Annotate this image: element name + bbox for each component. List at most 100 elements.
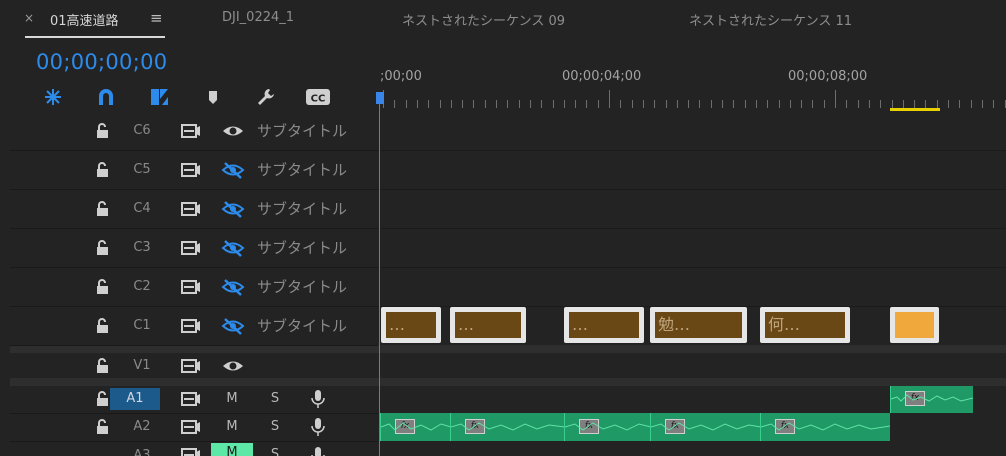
- track-name[interactable]: A2: [123, 416, 161, 438]
- tab-menu-button[interactable]: ≡: [150, 9, 163, 27]
- eye-icon[interactable]: [220, 121, 246, 141]
- caption-clip[interactable]: …: [450, 307, 526, 343]
- playhead-timecode[interactable]: 00;00;00;00: [36, 50, 167, 74]
- track-type-label: サブタイトル: [257, 317, 348, 335]
- ruler-tick: [823, 100, 825, 108]
- eye-hidden-icon[interactable]: [220, 277, 246, 297]
- mute-button[interactable]: M: [220, 389, 244, 409]
- caption-clip-text: [895, 312, 934, 338]
- unlock-icon[interactable]: [93, 356, 113, 376]
- ruler-tick: [733, 100, 735, 108]
- work-area-bar[interactable]: [890, 108, 940, 111]
- unlock-icon[interactable]: [93, 121, 113, 141]
- ruler-tick: [710, 100, 712, 108]
- sync-lock-icon[interactable]: [180, 199, 202, 219]
- ruler-tick: [755, 100, 757, 108]
- ruler-tick: [631, 100, 633, 108]
- track-name[interactable]: A3: [123, 445, 161, 456]
- timeline-row-c3: [380, 229, 1006, 268]
- track-name[interactable]: C5: [123, 159, 161, 181]
- snap-in-sequence-icon[interactable]: [40, 84, 66, 110]
- mute-button[interactable]: M: [220, 417, 244, 437]
- track-header-c5: C5 サブタイトル: [10, 151, 378, 190]
- track-header-c4: C4 サブタイトル: [10, 190, 378, 229]
- audio-clip[interactable]: fx: [450, 413, 565, 441]
- eye-hidden-icon[interactable]: [220, 238, 246, 258]
- sync-lock-icon[interactable]: [180, 356, 202, 376]
- sync-lock-icon[interactable]: [180, 238, 202, 258]
- magnet-linked-icon[interactable]: [93, 84, 119, 110]
- microphone-icon[interactable]: [308, 416, 328, 438]
- ruler-tick: [835, 90, 836, 108]
- track-name[interactable]: C4: [123, 198, 161, 220]
- tab-sequence-01[interactable]: 01高速道路: [50, 10, 119, 29]
- time-ruler[interactable]: ;00;00 00;00;04;00 00;00;08;00: [380, 60, 1006, 112]
- close-tab-button[interactable]: ×: [24, 11, 34, 25]
- sync-lock-icon[interactable]: [180, 277, 202, 297]
- ruler-tick: [518, 100, 520, 108]
- mute-button-active[interactable]: M: [211, 443, 253, 456]
- unlock-icon[interactable]: [93, 417, 113, 437]
- caption-clip[interactable]: 勉…: [650, 307, 747, 343]
- microphone-icon[interactable]: [308, 445, 328, 456]
- track-header-a1: A1 M S: [10, 386, 378, 414]
- playhead-line[interactable]: [379, 92, 380, 456]
- eye-hidden-icon[interactable]: [220, 160, 246, 180]
- unlock-icon[interactable]: [93, 316, 113, 336]
- track-target-a1[interactable]: A1: [110, 388, 160, 410]
- microphone-icon[interactable]: [308, 388, 328, 410]
- track-name[interactable]: C3: [123, 237, 161, 259]
- captions-icon[interactable]: CC: [305, 84, 331, 110]
- unlock-icon[interactable]: [93, 160, 113, 180]
- sync-lock-icon[interactable]: [180, 445, 202, 456]
- unlock-icon[interactable]: [93, 238, 113, 258]
- ruler-tick: [462, 100, 464, 108]
- audio-clip[interactable]: fx: [380, 413, 451, 441]
- playhead-handle[interactable]: [376, 92, 384, 104]
- sync-lock-icon[interactable]: [180, 160, 202, 180]
- audio-clip[interactable]: fx: [890, 385, 973, 413]
- track-type-label: サブタイトル: [257, 122, 348, 140]
- audio-clip[interactable]: fx: [564, 413, 651, 441]
- ruler-tick: [778, 100, 780, 108]
- caption-clip[interactable]: 何…: [760, 307, 850, 343]
- ruler-tick: [484, 100, 486, 108]
- ruler-tick: [993, 100, 995, 108]
- eye-hidden-icon[interactable]: [220, 316, 246, 336]
- solo-button[interactable]: S: [263, 389, 287, 409]
- eye-icon[interactable]: [220, 356, 246, 376]
- track-name[interactable]: C2: [123, 276, 161, 298]
- ruler-tick: [439, 100, 441, 108]
- timeline-tracks[interactable]: … … … 勉… 何… fx fx fx fx fx fx: [380, 112, 1006, 456]
- audio-waveform: [451, 422, 565, 431]
- tab-nested-sequence-09[interactable]: ネストされたシーケンス 09: [402, 10, 565, 29]
- audio-clip[interactable]: fx: [650, 413, 761, 441]
- audio-clip[interactable]: fx: [760, 413, 890, 441]
- caption-clip[interactable]: …: [564, 307, 644, 343]
- unlock-icon[interactable]: [93, 277, 113, 297]
- caption-clip-text: 何…: [765, 312, 845, 338]
- eye-hidden-icon[interactable]: [220, 199, 246, 219]
- sync-lock-icon[interactable]: [180, 389, 202, 409]
- track-header-c2: C2 サブタイトル: [10, 268, 378, 307]
- sync-lock-icon[interactable]: [180, 121, 202, 141]
- insert-nest-icon[interactable]: [146, 84, 172, 110]
- solo-button[interactable]: S: [263, 417, 287, 437]
- wrench-icon[interactable]: [253, 84, 279, 110]
- audio-waveform: [651, 422, 761, 431]
- track-header-a2: A2 M S: [10, 414, 378, 442]
- track-name[interactable]: C6: [123, 120, 161, 142]
- tab-dji-0224-1[interactable]: DJI_0224_1: [222, 10, 294, 25]
- ruler-tick: [642, 100, 644, 108]
- sync-lock-icon[interactable]: [180, 417, 202, 437]
- solo-button[interactable]: S: [263, 445, 287, 456]
- tab-nested-sequence-11[interactable]: ネストされたシーケンス 11: [689, 10, 852, 29]
- caption-clip-selected[interactable]: [890, 307, 939, 343]
- unlock-icon[interactable]: [93, 199, 113, 219]
- track-name[interactable]: C1: [123, 315, 161, 337]
- caption-clip[interactable]: …: [381, 307, 441, 343]
- sync-lock-icon[interactable]: [180, 316, 202, 336]
- add-marker-icon[interactable]: [200, 84, 226, 110]
- caption-clip-text: 勉…: [655, 312, 742, 338]
- track-name[interactable]: V1: [123, 355, 161, 377]
